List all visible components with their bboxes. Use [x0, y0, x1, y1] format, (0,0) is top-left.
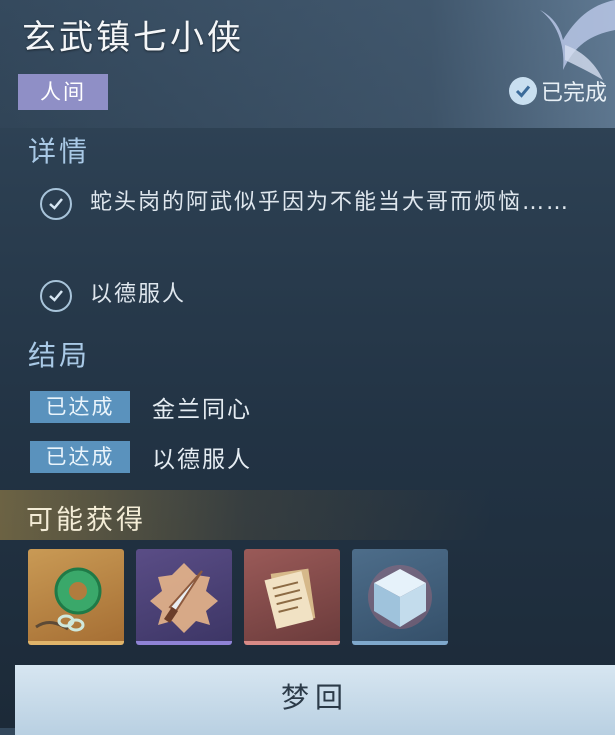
- check-icon: [40, 280, 72, 312]
- jade-pendant-icon: [35, 567, 102, 632]
- reward-items: [28, 549, 448, 645]
- achieved-badge: 已达成: [30, 391, 130, 423]
- dagger-icon: [150, 563, 218, 633]
- quest-title: 玄武镇七小侠: [22, 18, 244, 58]
- completed-status: 已完成: [508, 74, 607, 108]
- ending-name: 以德服人: [152, 447, 252, 473]
- reward-item[interactable]: [136, 549, 232, 645]
- detail-item: 蛇头岗的阿武似乎因为不能当大哥而烦恼……: [40, 184, 610, 222]
- detail-text: 蛇头岗的阿武似乎因为不能当大哥而烦恼……: [90, 190, 571, 215]
- rewards-heading: 可能获得: [26, 505, 146, 536]
- ending-item: 已达成 以德服人: [30, 440, 252, 474]
- ending-name: 金兰同心: [152, 397, 252, 423]
- reward-item[interactable]: [352, 549, 448, 645]
- realm-tag: 人间: [18, 74, 108, 110]
- check-circle-icon: [508, 77, 537, 105]
- reward-item[interactable]: [244, 549, 340, 645]
- detail-text: 以德服人: [90, 282, 187, 307]
- endings-heading: 结局: [28, 339, 91, 372]
- details-heading: 详情: [28, 135, 91, 168]
- achieved-badge: 已达成: [30, 441, 130, 473]
- completed-label: 已完成: [540, 81, 607, 106]
- ending-item: 已达成 金兰同心: [30, 390, 252, 424]
- detail-item: 以德服人: [40, 276, 610, 314]
- dream-return-button[interactable]: 梦回: [15, 665, 615, 735]
- paper-scroll-icon: [264, 568, 316, 629]
- crystal-cube-icon: [368, 565, 432, 629]
- check-icon: [40, 188, 72, 220]
- reward-item[interactable]: [28, 549, 124, 645]
